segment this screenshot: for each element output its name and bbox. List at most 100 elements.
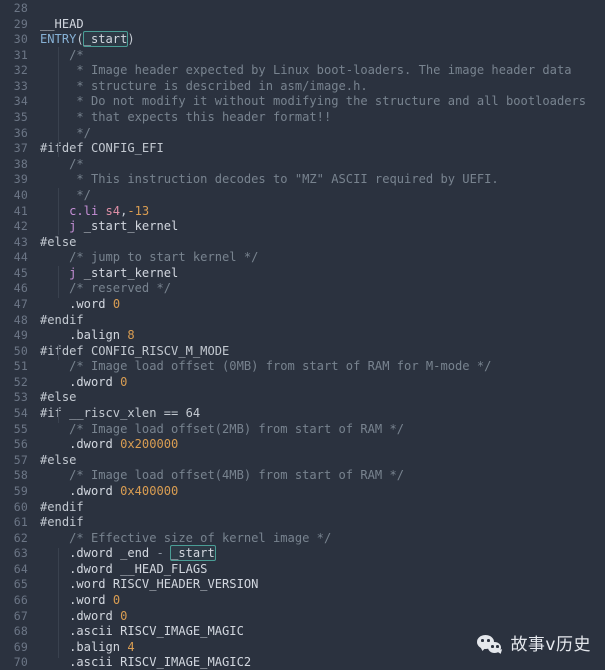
code-line[interactable]: .dword 0 [40, 609, 605, 625]
line-number: 36 [13, 125, 28, 140]
code-line[interactable]: * structure is described in asm/image.h. [40, 79, 605, 95]
code-line[interactable]: .word 0 [40, 593, 605, 609]
token-directive: .dword [69, 437, 113, 452]
token-directive: .ascii [69, 624, 113, 639]
token-directive: .word [69, 296, 106, 311]
wechat-logo-icon [477, 634, 504, 656]
code-line[interactable]: #else [40, 235, 605, 251]
code-line[interactable]: #ifdef CONFIG_RISCV_M_MODE [40, 344, 605, 360]
line-number: 62 [13, 530, 28, 545]
code-line[interactable]: .dword 0 [40, 375, 605, 391]
code-line[interactable]: #endif [40, 515, 605, 531]
line-number: 64 [13, 561, 28, 576]
token-number: 4 [127, 639, 135, 654]
token-instruction: j [69, 265, 77, 280]
code-line[interactable]: #else [40, 390, 605, 406]
code-line[interactable]: */ [40, 126, 605, 142]
code-line[interactable]: /* reserved */ [40, 281, 605, 297]
code-line[interactable]: /* Image load offset(2MB) from start of … [40, 422, 605, 438]
line-number: 56 [13, 437, 28, 452]
line-number: 66 [13, 592, 28, 607]
code-line[interactable]: j _start_kernel [40, 266, 605, 282]
line-number: 45 [13, 265, 28, 280]
code-line[interactable]: * Image header expected by Linux boot-lo… [40, 63, 605, 79]
line-number: 55 [13, 421, 28, 436]
screenshot-root: 28 29 30 31 32 33 34 35 36 37 38 39 40 4… [0, 0, 605, 670]
code-line[interactable]: /* Image load offset(4MB) from start of … [40, 468, 605, 484]
code-line[interactable]: */ [40, 188, 605, 204]
line-number: 65 [13, 577, 28, 592]
token-number: 0 [120, 374, 128, 389]
code-line[interactable]: .dword 0x400000 [40, 484, 605, 500]
token-macro: RISCV_IMAGE_MAGIC [120, 624, 244, 639]
line-number: 57 [13, 452, 28, 467]
code-line[interactable]: .word 0 [40, 297, 605, 313]
line-number: 42 [13, 219, 28, 234]
line-number: 41 [13, 203, 28, 218]
code-line[interactable]: .dword __HEAD_FLAGS [40, 562, 605, 578]
code-line[interactable]: .balign 8 [40, 328, 605, 344]
token-directive: .balign [69, 328, 121, 343]
line-number: 67 [13, 608, 28, 623]
code-line[interactable]: /* [40, 48, 605, 64]
line-number: 34 [13, 94, 28, 109]
line-number: 44 [13, 250, 28, 265]
line-number: 43 [13, 234, 28, 249]
token-directive: .dword [69, 483, 113, 498]
code-line[interactable]: * This instruction decodes to "MZ" ASCII… [40, 172, 605, 188]
line-number: 35 [13, 110, 28, 125]
line-number: 69 [13, 639, 28, 654]
token-number: 8 [127, 328, 135, 343]
token-paren: ) [127, 32, 135, 47]
token-instruction: c.li [69, 203, 99, 218]
line-number: 52 [13, 374, 28, 389]
code-line[interactable]: /* jump to start kernel */ [40, 250, 605, 266]
code-line[interactable]: * Do not modify it without modifying the… [40, 94, 605, 110]
code-line[interactable]: __HEAD [40, 17, 605, 33]
code-line[interactable]: c.li s4,-13 [40, 204, 605, 220]
code-line[interactable]: /* Effective size of kernel image */ [40, 531, 605, 547]
code-line[interactable]: ENTRY(_start) [40, 31, 605, 48]
token-entry-macro: ENTRY [40, 32, 77, 47]
watermark-text: 故事v历史 [510, 634, 591, 655]
occurrence-highlight-start[interactable]: _start [82, 31, 129, 48]
code-line[interactable]: .dword 0x200000 [40, 437, 605, 453]
line-number: 70 [13, 655, 28, 670]
code-line[interactable]: #else [40, 453, 605, 469]
code-line[interactable]: * that expects this header format!! [40, 110, 605, 126]
line-number: 33 [13, 78, 28, 93]
code-line[interactable]: j _start_kernel [40, 219, 605, 235]
token-directive: .dword [69, 608, 113, 623]
token-number: 0 [112, 296, 121, 311]
code-line[interactable] [40, 1, 605, 17]
code-line[interactable]: .ascii RISCV_IMAGE_MAGIC2 [40, 655, 605, 670]
code-line[interactable]: /* Image load offset (0MB) from start of… [40, 359, 605, 375]
token-directive: .word [69, 592, 106, 607]
occurrence-highlight-start[interactable]: _start [170, 545, 216, 562]
line-number: 31 [13, 47, 28, 62]
token-directive: .dword [69, 546, 113, 561]
line-number: 58 [13, 468, 28, 483]
token-directive: .dword [69, 374, 113, 389]
code-line[interactable]: #endif [40, 313, 605, 329]
code-line[interactable]: #ifdef CONFIG_EFI [40, 141, 605, 157]
token-macro: RISCV_IMAGE_MAGIC2 [120, 655, 252, 670]
line-number-gutter: 28 29 30 31 32 33 34 35 36 37 38 39 40 4… [0, 0, 34, 670]
code-editor[interactable]: 28 29 30 31 32 33 34 35 36 37 38 39 40 4… [0, 0, 605, 670]
watermark: 故事v历史 [477, 634, 591, 656]
line-number: 59 [13, 483, 28, 498]
line-number: 32 [13, 63, 28, 78]
line-number: 50 [13, 343, 28, 358]
line-number: 53 [13, 390, 28, 405]
code-line[interactable]: #if __riscv_xlen == 64 [40, 406, 605, 422]
code-line[interactable]: #endif [40, 500, 605, 516]
code-line[interactable]: .word RISCV_HEADER_VERSION [40, 577, 605, 593]
code-content-area[interactable]: __HEAD ENTRY(_start) /* * Image header e… [34, 0, 605, 670]
token-number: 0 [120, 608, 128, 623]
line-number: 30 [13, 32, 28, 47]
token-label: _start_kernel [83, 265, 179, 280]
line-number: 47 [13, 296, 28, 311]
code-line[interactable]: .dword _end - _start [40, 545, 605, 562]
line-number: 54 [13, 406, 28, 421]
code-line[interactable]: /* [40, 157, 605, 173]
